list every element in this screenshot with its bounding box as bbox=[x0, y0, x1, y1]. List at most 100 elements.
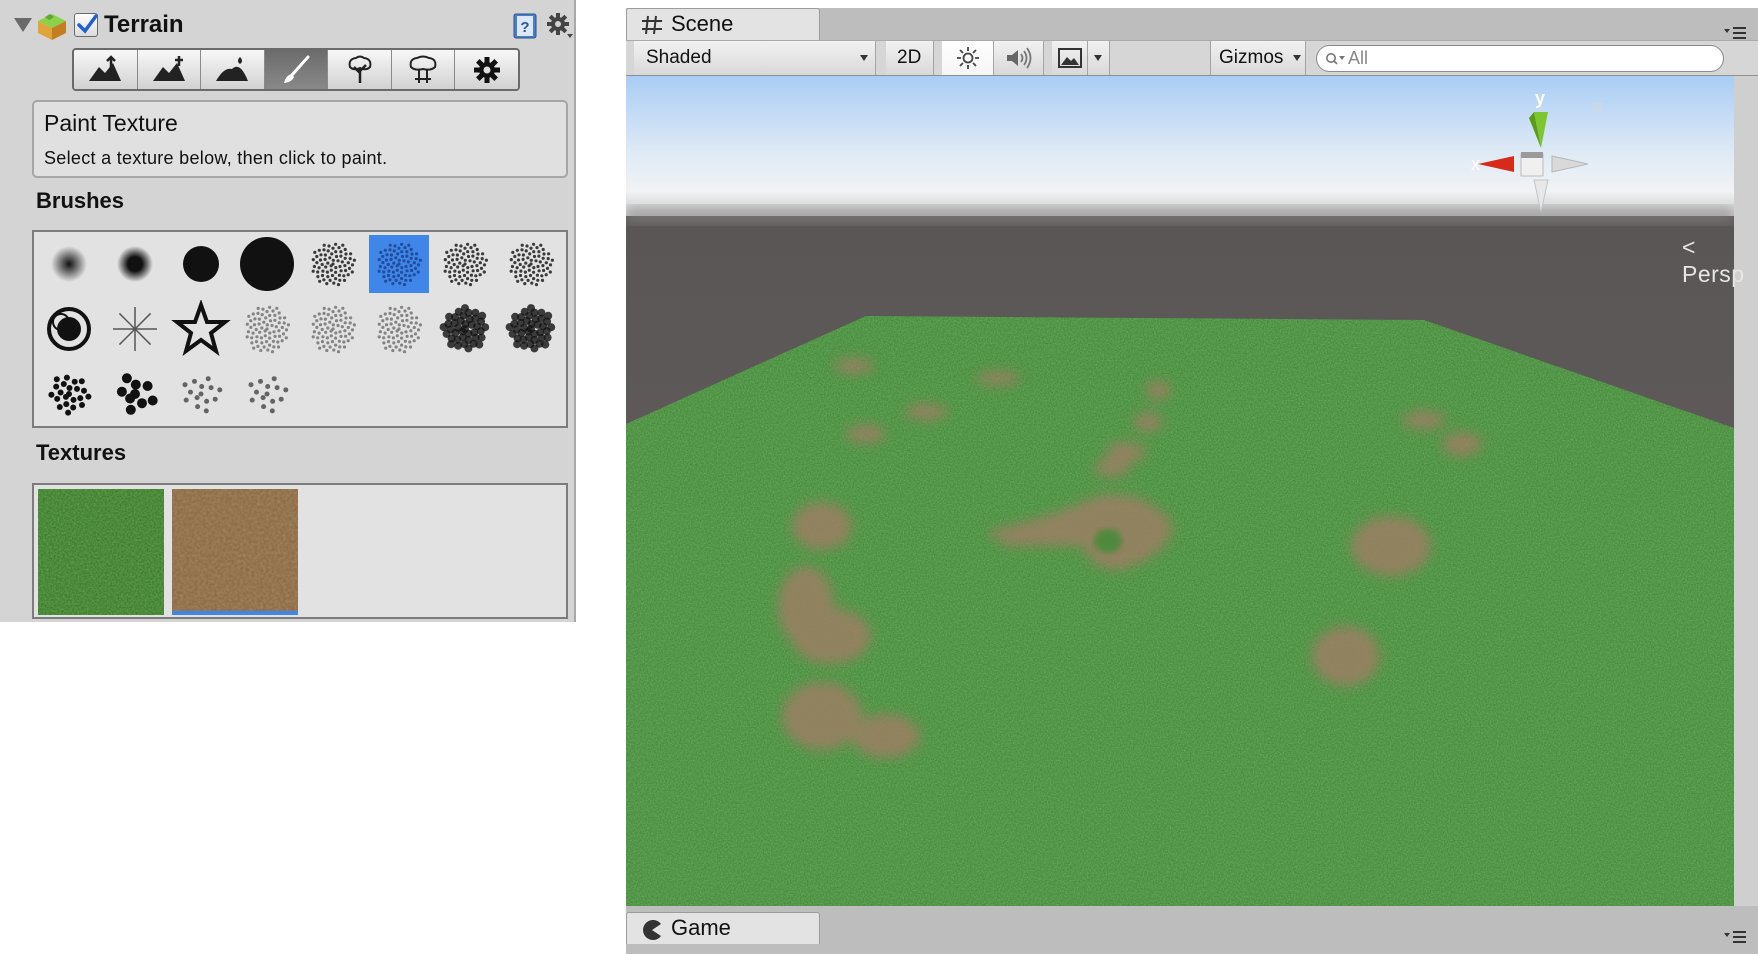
scene-search-input[interactable]: All bbox=[1316, 45, 1724, 72]
pacman-game-icon bbox=[643, 920, 661, 940]
grass-texture-image bbox=[38, 489, 164, 615]
brush-shape-icon bbox=[443, 242, 488, 287]
details-icon bbox=[409, 55, 437, 83]
paint-height-button[interactable] bbox=[137, 50, 202, 89]
foldout-arrow-icon[interactable] bbox=[14, 18, 32, 32]
brush-15[interactable] bbox=[435, 300, 495, 358]
brush-19[interactable] bbox=[171, 365, 231, 423]
svg-text:?: ? bbox=[520, 19, 529, 36]
scene-effects-dropdown[interactable] bbox=[1088, 41, 1110, 75]
projection-label: Persp bbox=[1682, 261, 1745, 287]
tool-info-box: Paint Texture Select a texture below, th… bbox=[32, 100, 568, 178]
speaker-icon bbox=[1007, 47, 1032, 69]
brush-shape-icon bbox=[248, 376, 289, 414]
dropdown-arrow-icon bbox=[860, 55, 868, 61]
component-enabled-checkbox[interactable] bbox=[74, 13, 98, 37]
brush-shape-icon bbox=[116, 373, 158, 415]
scene-tab-label: Scene bbox=[671, 11, 734, 36]
checkmark-icon bbox=[77, 14, 98, 34]
brush-4[interactable] bbox=[237, 235, 297, 293]
brush-1[interactable] bbox=[39, 235, 99, 293]
brush-shape-icon bbox=[183, 246, 219, 282]
mode-2d-toggle[interactable]: 2D bbox=[886, 41, 934, 75]
search-icon bbox=[1326, 53, 1345, 65]
gizmos-dropdown[interactable]: Gizmos bbox=[1210, 41, 1306, 75]
brush-11[interactable] bbox=[171, 300, 231, 358]
terrain-icon bbox=[38, 14, 66, 40]
brush-2[interactable] bbox=[105, 235, 165, 293]
brush-shape-icon bbox=[171, 300, 231, 357]
gizmo-x-label: x bbox=[1471, 154, 1480, 174]
dirt-texture-swatch[interactable] bbox=[172, 489, 298, 615]
shading-mode-label: Shaded bbox=[646, 47, 712, 68]
brush-10[interactable] bbox=[105, 300, 165, 358]
brush-shape-icon bbox=[245, 305, 290, 354]
grass-texture-swatch[interactable] bbox=[38, 489, 164, 615]
sun-icon bbox=[957, 47, 979, 69]
brush-shape-icon bbox=[509, 242, 554, 287]
brush-grid bbox=[32, 230, 568, 428]
smooth-height-button[interactable] bbox=[201, 50, 265, 89]
brush-16[interactable] bbox=[501, 300, 561, 358]
mode-2d-label: 2D bbox=[897, 47, 922, 68]
paint-details-button[interactable] bbox=[391, 50, 456, 89]
tab-scene[interactable]: Scene bbox=[626, 8, 820, 40]
brush-14[interactable] bbox=[369, 300, 429, 358]
raise-terrain-icon bbox=[89, 54, 122, 81]
scene-effects-toggle[interactable] bbox=[1052, 41, 1088, 75]
brush-7[interactable] bbox=[435, 235, 495, 293]
component-title: Terrain bbox=[104, 11, 184, 38]
raise-lower-terrain-button[interactable] bbox=[74, 50, 138, 89]
search-placeholder: All bbox=[1348, 48, 1369, 68]
brush-shape-icon bbox=[47, 307, 91, 351]
viewport-side-bar bbox=[1734, 76, 1758, 906]
brush-5[interactable] bbox=[303, 235, 363, 293]
game-tab-label: Game bbox=[671, 915, 731, 940]
terrain-scene-render: y x bbox=[626, 76, 1734, 906]
component-settings-gear-icon[interactable] bbox=[546, 12, 574, 40]
component-header: Terrain ? bbox=[0, 0, 574, 52]
brush-shape-icon bbox=[311, 305, 356, 354]
projection-toggle[interactable]: < Persp bbox=[1682, 234, 1758, 288]
tab-game[interactable]: Game bbox=[626, 912, 820, 944]
brush-shape-icon bbox=[240, 237, 294, 291]
shading-mode-dropdown[interactable]: Shaded bbox=[634, 41, 876, 75]
brush-12[interactable] bbox=[237, 300, 297, 358]
terrain-settings-button[interactable] bbox=[455, 50, 518, 89]
gizmos-label: Gizmos bbox=[1219, 47, 1284, 68]
brush-shape-icon bbox=[113, 307, 157, 351]
brush-17[interactable] bbox=[39, 365, 99, 423]
paint-height-icon bbox=[152, 55, 185, 81]
brush-shape-icon bbox=[51, 246, 87, 282]
paint-texture-button[interactable] bbox=[264, 50, 329, 89]
brush-3[interactable] bbox=[171, 235, 231, 293]
game-tab-menu-icon[interactable] bbox=[1724, 930, 1746, 944]
brush-20[interactable] bbox=[237, 365, 297, 423]
dropdown-arrow-icon bbox=[1293, 55, 1301, 61]
brush-6[interactable] bbox=[369, 235, 429, 293]
brush-shape-icon bbox=[377, 242, 422, 287]
scene-tab-menu-icon[interactable] bbox=[1724, 26, 1746, 40]
terrain-tool-strip bbox=[72, 48, 520, 91]
terrain-inspector: Terrain ? Paint Texture Select a texture… bbox=[0, 0, 576, 622]
brush-shape-icon bbox=[439, 304, 490, 353]
scene-audio-toggle[interactable] bbox=[994, 41, 1044, 75]
brush-9[interactable] bbox=[39, 300, 99, 358]
tool-info-description: Select a texture below, then click to pa… bbox=[44, 148, 388, 168]
tree-icon bbox=[348, 55, 371, 83]
dirt-texture-image bbox=[172, 489, 298, 611]
brush-shape-icon bbox=[117, 246, 153, 282]
help-book-icon[interactable]: ? bbox=[512, 12, 538, 40]
brush-8[interactable] bbox=[501, 235, 561, 293]
brush-13[interactable] bbox=[303, 300, 363, 358]
place-trees-button[interactable] bbox=[328, 50, 392, 89]
dropdown-arrow-icon bbox=[1094, 55, 1102, 61]
smooth-height-icon bbox=[216, 56, 249, 81]
lock-icon[interactable] bbox=[1592, 102, 1602, 112]
scene-lighting-toggle[interactable] bbox=[942, 41, 994, 75]
image-effects-icon bbox=[1058, 48, 1082, 68]
projection-arrow-icon: < bbox=[1682, 234, 1696, 260]
brush-18[interactable] bbox=[105, 365, 165, 423]
brush-shape-icon bbox=[311, 242, 356, 287]
scene-viewport[interactable]: y x bbox=[626, 76, 1734, 906]
